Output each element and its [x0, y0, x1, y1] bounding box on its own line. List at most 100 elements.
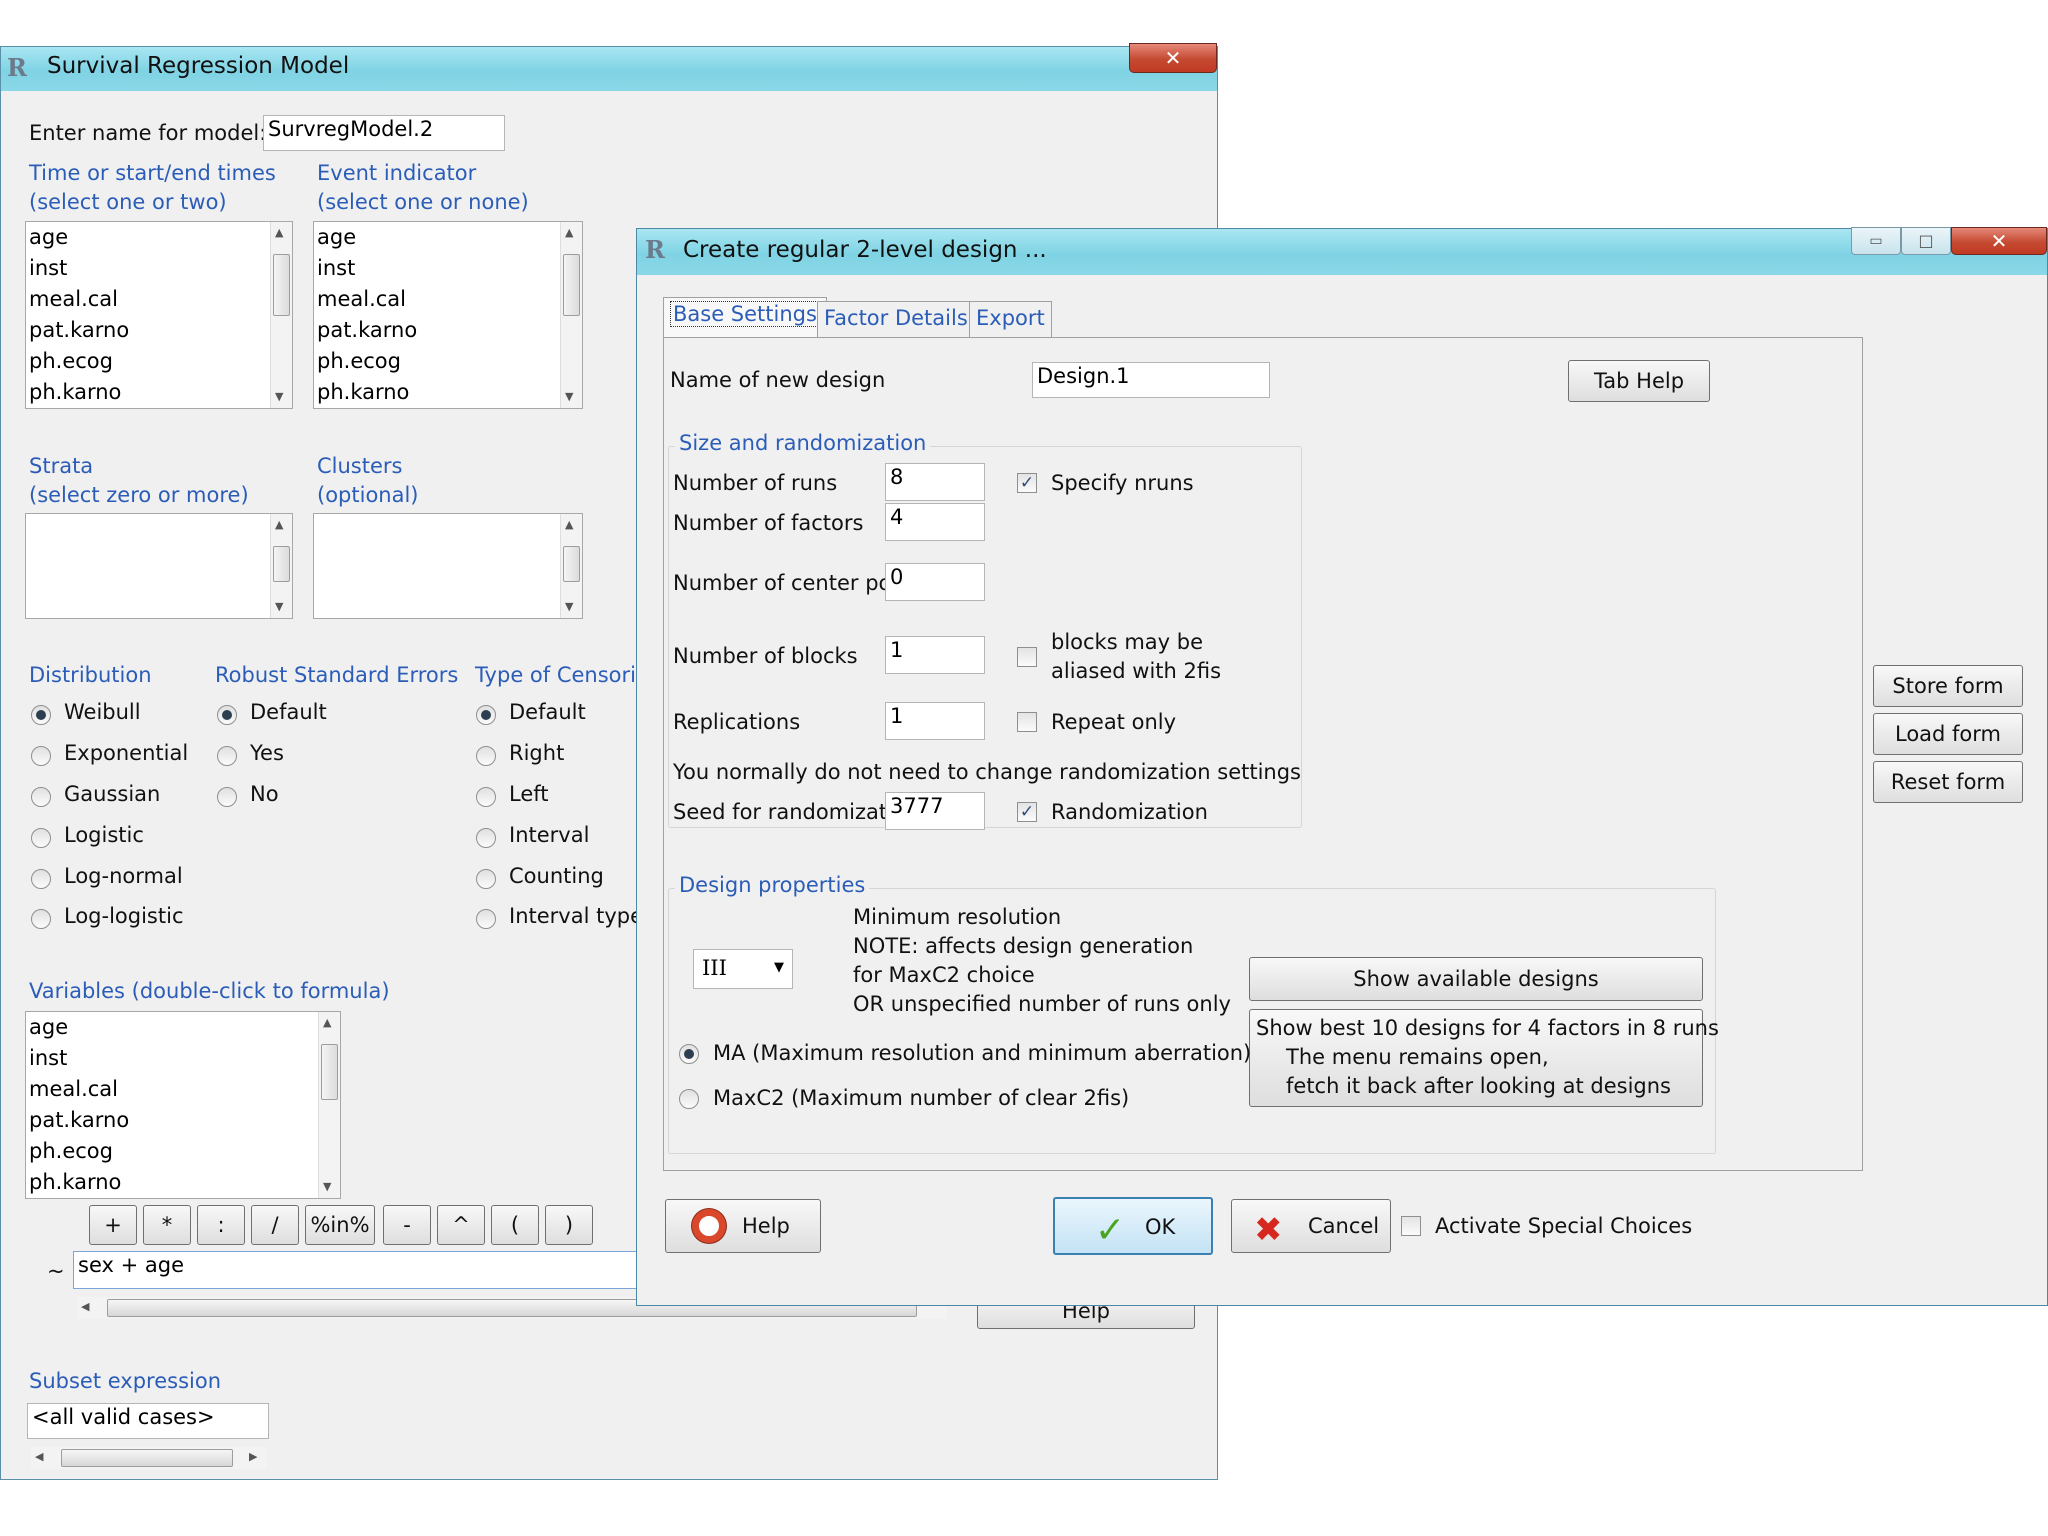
tab-export[interactable]: Export	[969, 301, 1052, 337]
radio-right[interactable]	[476, 746, 496, 766]
subset-scrollbar[interactable]: ◀ ▶	[31, 1447, 267, 1469]
list-item[interactable]: pat.karno	[26, 1105, 340, 1136]
scroll-thumb[interactable]	[321, 1044, 338, 1100]
minimize-button[interactable]: ▭	[1851, 227, 1901, 255]
radio-yes[interactable]	[217, 746, 237, 766]
center-points-input[interactable]: 0	[885, 563, 985, 601]
help-button[interactable]: Help	[665, 1199, 821, 1253]
scroll-down-icon[interactable]: ▼	[565, 390, 573, 403]
operator-lparen-button[interactable]: (	[491, 1205, 539, 1245]
variables-listbox[interactable]: age inst meal.cal pat.karno ph.ecog ph.k…	[25, 1011, 341, 1199]
scroll-thumb[interactable]	[563, 254, 580, 316]
scroll-up-icon[interactable]: ▲	[275, 226, 283, 239]
list-item[interactable]: age	[314, 222, 582, 253]
radio-lognormal[interactable]	[31, 869, 51, 889]
radio-interval[interactable]	[476, 828, 496, 848]
radio-ma[interactable]	[679, 1044, 699, 1064]
event-listbox[interactable]: age inst meal.cal pat.karno ph.ecog ph.k…	[313, 221, 583, 409]
scroll-left-icon[interactable]: ◀	[81, 1300, 89, 1313]
scrollbar[interactable]: ▲ ▼	[270, 222, 292, 408]
scroll-down-icon[interactable]: ▼	[323, 1180, 331, 1193]
scroll-up-icon[interactable]: ▲	[275, 518, 283, 531]
ok-button[interactable]: ✓ OK	[1053, 1197, 1213, 1255]
close-button[interactable]: ✕	[1951, 227, 2047, 255]
scroll-right-icon[interactable]: ▶	[249, 1450, 257, 1463]
radio-left[interactable]	[476, 787, 496, 807]
scroll-up-icon[interactable]: ▲	[565, 226, 573, 239]
scroll-down-icon[interactable]: ▼	[275, 600, 283, 613]
operator-minus-button[interactable]: -	[383, 1205, 431, 1245]
formula-input[interactable]: sex + age	[73, 1251, 653, 1289]
radio-counting[interactable]	[476, 869, 496, 889]
subset-input[interactable]: <all valid cases>	[27, 1403, 269, 1439]
operator-times-button[interactable]: *	[143, 1205, 191, 1245]
radio-exponential[interactable]	[31, 746, 51, 766]
blocks-alias-checkbox[interactable]	[1017, 647, 1037, 667]
list-item[interactable]: inst	[314, 253, 582, 284]
list-item[interactable]: age	[26, 1012, 340, 1043]
reset-form-button[interactable]: Reset form	[1873, 761, 2023, 803]
scrollbar[interactable]: ▲ ▼	[560, 514, 582, 618]
show-best-designs-button[interactable]: Show best 10 designs for 4 factors in 8 …	[1249, 1009, 1719, 1107]
scroll-thumb[interactable]	[563, 546, 580, 582]
list-item[interactable]: meal.cal	[26, 1074, 340, 1105]
factors-input[interactable]: 4	[885, 503, 985, 541]
scroll-thumb[interactable]	[273, 254, 290, 316]
resolution-select[interactable]: III ▼	[693, 949, 793, 989]
design-name-input[interactable]: Design.1	[1032, 362, 1270, 398]
operator-plus-button[interactable]: +	[89, 1205, 137, 1245]
list-item[interactable]: ph.ecog	[26, 346, 292, 377]
seed-input[interactable]: 3777	[885, 792, 985, 830]
cancel-button[interactable]: ✖ Cancel	[1231, 1199, 1391, 1253]
list-item[interactable]: inst	[26, 253, 292, 284]
radio-logistic[interactable]	[31, 828, 51, 848]
scroll-left-icon[interactable]: ◀	[35, 1450, 43, 1463]
scrollbar[interactable]: ▲ ▼	[318, 1012, 340, 1198]
show-available-designs-button[interactable]: Show available designs	[1249, 957, 1703, 1001]
close-button[interactable]: ✕	[1129, 43, 1217, 73]
tab-base-settings[interactable]: Base Settings	[663, 297, 827, 337]
operator-in-button[interactable]: %in%	[305, 1205, 375, 1245]
radio-gaussian[interactable]	[31, 787, 51, 807]
strata-listbox[interactable]: ▲ ▼	[25, 513, 293, 619]
list-item[interactable]: ph.ecog	[26, 1136, 340, 1167]
special-choices-checkbox[interactable]	[1401, 1216, 1421, 1236]
tab-factor-details[interactable]: Factor Details	[817, 301, 975, 337]
tab-help-button[interactable]: Tab Help	[1568, 360, 1710, 402]
list-item[interactable]: pat.karno	[26, 315, 292, 346]
operator-colon-button[interactable]: :	[197, 1205, 245, 1245]
radio-default[interactable]	[217, 705, 237, 725]
blocks-input[interactable]: 1	[885, 636, 985, 674]
replications-input[interactable]: 1	[885, 702, 985, 740]
randomization-checkbox[interactable]: ✓	[1017, 802, 1037, 822]
radio-maxc2[interactable]	[679, 1089, 699, 1109]
radio-interval-type[interactable]	[476, 909, 496, 929]
list-item[interactable]: meal.cal	[314, 284, 582, 315]
radio-no[interactable]	[217, 787, 237, 807]
scrollbar[interactable]: ▲ ▼	[560, 222, 582, 408]
list-item[interactable]: ph.karno	[314, 377, 582, 408]
radio-weibull[interactable]	[31, 705, 51, 725]
list-item[interactable]: ph.ecog	[314, 346, 582, 377]
runs-input[interactable]: 8	[885, 463, 985, 501]
scroll-down-icon[interactable]: ▼	[275, 390, 283, 403]
model-name-input[interactable]: SurvregModel.2	[263, 115, 505, 151]
chevron-down-icon[interactable]: ▼	[774, 960, 784, 975]
time-listbox[interactable]: age inst meal.cal pat.karno ph.ecog ph.k…	[25, 221, 293, 409]
list-item[interactable]: age	[26, 222, 292, 253]
list-item[interactable]: inst	[26, 1043, 340, 1074]
scroll-thumb[interactable]	[273, 546, 290, 582]
operator-rparen-button[interactable]: )	[545, 1205, 593, 1245]
scroll-thumb[interactable]	[61, 1449, 233, 1467]
scroll-down-icon[interactable]: ▼	[565, 600, 573, 613]
list-item[interactable]: ph.karno	[26, 377, 292, 408]
store-form-button[interactable]: Store form	[1873, 665, 2023, 707]
scrollbar[interactable]: ▲ ▼	[270, 514, 292, 618]
radio-default[interactable]	[476, 705, 496, 725]
operator-caret-button[interactable]: ^	[437, 1205, 485, 1245]
repeat-only-checkbox[interactable]	[1017, 712, 1037, 732]
specify-nruns-checkbox[interactable]: ✓	[1017, 473, 1037, 493]
scroll-up-icon[interactable]: ▲	[323, 1016, 331, 1029]
list-item[interactable]: meal.cal	[26, 284, 292, 315]
radio-loglogistic[interactable]	[31, 909, 51, 929]
